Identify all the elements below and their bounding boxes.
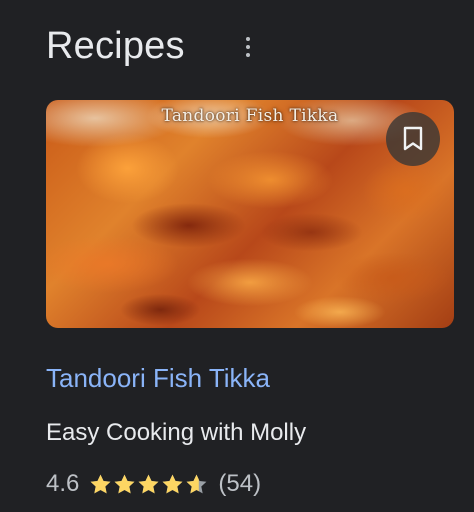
save-recipe-button[interactable]	[386, 112, 440, 166]
star-full-icon	[114, 474, 135, 494]
star-full-icon	[162, 474, 183, 494]
star-full-icon	[90, 474, 111, 494]
section-title: Recipes	[46, 25, 185, 67]
review-count: (54)	[218, 470, 262, 497]
recipe-thumbnail[interactable]: Tandoori Fish Tikka	[46, 100, 454, 328]
rating-row: 4.6 (54)	[46, 468, 261, 500]
rating-value: 4.6	[46, 470, 80, 497]
star-rating	[89, 473, 208, 495]
recipe-title-link[interactable]: Tandoori Fish Tikka	[46, 362, 270, 394]
bookmark-icon	[403, 126, 423, 151]
recipe-source: Easy Cooking with Molly	[46, 419, 307, 446]
star-full-icon	[138, 474, 159, 494]
more-options-button[interactable]	[236, 31, 260, 63]
star-half-icon	[186, 474, 207, 494]
more-vert-icon	[246, 37, 250, 41]
